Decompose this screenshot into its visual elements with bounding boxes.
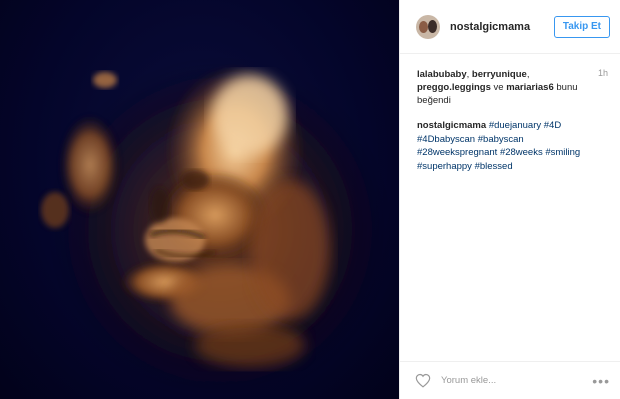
ultrasound-image — [41, 60, 390, 399]
hashtag-link[interactable]: #28weekspregnant — [417, 147, 497, 158]
post-header: nostalgicmama Takip Et — [400, 0, 620, 54]
avatar[interactable] — [416, 14, 440, 39]
hashtag-link[interactable]: #babyscan — [478, 134, 524, 145]
post-image-ultrasound[interactable] — [0, 0, 399, 399]
hashtag-link[interactable]: #4Dbabyscan — [417, 134, 475, 145]
hashtag-link[interactable]: #smiling — [545, 147, 580, 158]
hashtag-link[interactable]: #4D — [544, 120, 561, 131]
liker-link[interactable]: mariarias6 — [506, 82, 554, 93]
heart-outline-icon[interactable] — [415, 373, 431, 388]
post-timestamp[interactable]: 1h — [598, 68, 608, 78]
more-options-icon[interactable]: ••• — [592, 374, 610, 388]
likes-separator: , — [526, 69, 530, 80]
hashtag-link[interactable]: #28weeks — [500, 147, 543, 158]
hashtag-link[interactable]: #superhappy — [417, 161, 472, 172]
likes-section: 1h lalabubaby, berryunique, preggo.leggi… — [400, 54, 620, 107]
instagram-post: nostalgicmama Takip Et 1h lalabubaby, be… — [0, 0, 620, 399]
post-caption: nostalgicmama #duejanuary #4D #4Dbabysca… — [400, 107, 620, 173]
follow-button[interactable]: Takip Et — [553, 15, 610, 38]
comment-bar: ••• — [400, 361, 620, 399]
post-side-panel: nostalgicmama Takip Et 1h lalabubaby, be… — [399, 0, 620, 399]
liker-link[interactable]: lalabubaby — [417, 69, 467, 80]
liker-link[interactable]: berryunique — [472, 69, 527, 80]
likes-text: lalabubaby, berryunique, preggo.leggings… — [417, 68, 594, 107]
avatar-face-icon — [428, 19, 437, 33]
username-link[interactable]: nostalgicmama — [450, 21, 554, 33]
liker-link[interactable]: preggo.leggings — [417, 82, 491, 93]
likes-connector: ve — [490, 82, 507, 93]
hashtag-link[interactable]: #duejanuary — [489, 120, 541, 131]
hashtag-link[interactable]: #blessed — [475, 161, 513, 172]
avatar-face-icon — [419, 20, 428, 33]
comment-input[interactable] — [439, 374, 593, 387]
caption-author-link[interactable]: nostalgicmama — [417, 120, 486, 131]
